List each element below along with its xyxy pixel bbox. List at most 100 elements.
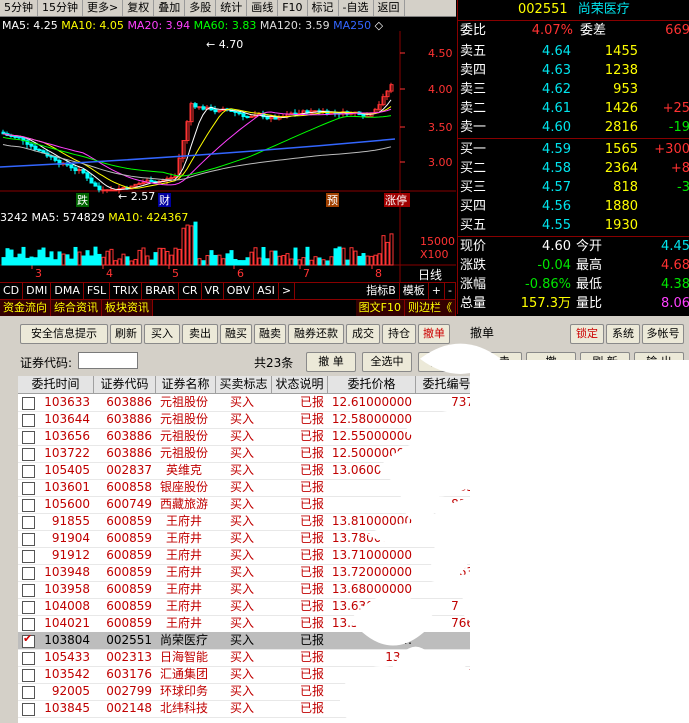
row-checkbox[interactable] xyxy=(22,669,35,682)
indicator-tab-6[interactable]: CR xyxy=(179,283,202,299)
cell-side: 买入 xyxy=(229,565,254,579)
row-checkbox[interactable] xyxy=(22,533,35,546)
trade-btn-1[interactable]: 刷新 xyxy=(110,324,142,344)
volume-bar xyxy=(81,255,86,266)
sell-price: 4.63 xyxy=(542,63,571,78)
indicator-tab-7[interactable]: VR xyxy=(202,283,224,299)
indicator-tab-13[interactable]: + xyxy=(429,283,446,299)
candle-body xyxy=(29,143,34,147)
row-gutter xyxy=(0,376,18,723)
kline-chart[interactable]: 4.50 4.00 3.50 3.00 15000 X100 3 4 5 6 7 8 日线 ← 4.70 ←… xyxy=(0,17,456,282)
candle-body xyxy=(249,115,254,118)
info-tab-4[interactable]: 则边栏《 xyxy=(405,300,456,316)
indicator-tab-0[interactable]: CD xyxy=(0,283,24,299)
info-tab-3[interactable]: 图文F10 xyxy=(355,300,405,316)
sell-volume: 2816 xyxy=(604,120,638,135)
cell-status: 已报 xyxy=(299,497,324,511)
toolbar-item-3[interactable]: 复权 xyxy=(123,0,155,16)
ma20-label: MA20: 3.94 xyxy=(127,19,191,32)
info-tab-2[interactable]: 板块资讯 xyxy=(102,300,153,316)
trade-btn-4[interactable]: 融买 xyxy=(220,324,252,344)
buy-row-3[interactable]: 买四 4.56 1880 xyxy=(458,197,689,216)
indicator-tab-5[interactable]: BRAR xyxy=(142,283,180,299)
row-checkbox[interactable] xyxy=(22,397,35,410)
volume-bar xyxy=(77,251,82,266)
cell-side: 买入 xyxy=(229,616,254,630)
buy-row-4[interactable]: 买五 4.55 1930 xyxy=(458,216,689,235)
volume-bar xyxy=(345,259,350,266)
column-header-3[interactable]: 买卖标志 xyxy=(216,376,272,394)
trade-btn-2[interactable]: 买入 xyxy=(144,324,180,344)
indicator-tab-9[interactable]: ASI xyxy=(254,283,279,299)
column-header-1[interactable]: 证券代码 xyxy=(94,376,156,394)
row-checkbox[interactable] xyxy=(22,618,35,631)
row-checkbox[interactable] xyxy=(22,703,35,716)
cell-side: 买入 xyxy=(229,650,254,664)
sell-row-2[interactable]: 卖三 4.62 953 xyxy=(458,80,689,99)
row-checkbox[interactable] xyxy=(22,482,35,495)
indicator-tab-8[interactable]: OBV xyxy=(224,283,255,299)
row-checkbox[interactable] xyxy=(22,431,35,444)
row-checkbox[interactable] xyxy=(22,567,35,580)
sell-row-3[interactable]: 卖二 4.61 1426 +25 xyxy=(458,99,689,118)
code-input[interactable] xyxy=(78,352,138,369)
row-checkbox[interactable] xyxy=(22,499,35,512)
column-header-2[interactable]: 证券名称 xyxy=(156,376,216,394)
row-checkbox[interactable] xyxy=(22,652,35,665)
trade-btn-0[interactable]: 安全信息提示 xyxy=(20,324,108,344)
trade-btn-6[interactable]: 融券还款 xyxy=(288,324,344,344)
sell-change: +25 xyxy=(662,101,689,116)
volume-bar xyxy=(253,247,258,266)
row-checkbox[interactable] xyxy=(22,448,35,461)
sell-label: 卖二 xyxy=(460,101,487,116)
indicator-tab-4[interactable]: TRIX xyxy=(110,283,143,299)
info-tab-0[interactable]: 资金流向 xyxy=(0,300,51,316)
row-checkbox[interactable] xyxy=(22,414,35,427)
sell-row-0[interactable]: 卖五 4.64 1455 xyxy=(458,42,689,61)
toolbar-item-10[interactable]: -自选 xyxy=(339,0,374,16)
indicator-tab-11[interactable]: 指标B xyxy=(363,283,400,299)
indicator-tab-1[interactable]: DMI xyxy=(23,283,52,299)
buy-row-2[interactable]: 买三 4.57 818 -3 xyxy=(458,178,689,197)
volume-bar xyxy=(181,227,186,266)
toolbar-item-2[interactable]: 更多> xyxy=(83,0,124,16)
candle-body xyxy=(193,103,198,108)
row-checkbox[interactable] xyxy=(22,584,35,597)
trade-btn-3[interactable]: 卖出 xyxy=(182,324,218,344)
candle-body xyxy=(17,136,22,139)
column-header-0[interactable]: 委托时间 xyxy=(18,376,94,394)
toolbar-item-5[interactable]: 多股 xyxy=(185,0,217,16)
row-checkbox[interactable] xyxy=(22,686,35,699)
row-checkbox[interactable] xyxy=(22,632,35,648)
buy-row-1[interactable]: 买二 4.58 2364 +8 xyxy=(458,159,689,178)
toolbar-item-7[interactable]: 画线 xyxy=(247,0,279,16)
sell-row-4[interactable]: 卖一 4.60 2816 -19 xyxy=(458,118,689,137)
indicator-tab-14[interactable]: - xyxy=(445,283,456,299)
indicator-tab-2[interactable]: DMA xyxy=(51,283,84,299)
volume-bar xyxy=(109,248,114,266)
column-header-4[interactable]: 状态说明 xyxy=(272,376,328,394)
row-checkbox[interactable] xyxy=(22,465,35,478)
toolbar-item-9[interactable]: 标记 xyxy=(308,0,339,16)
toolbar-item-1[interactable]: 15分钟 xyxy=(38,0,83,16)
indicator-tab-12[interactable]: 模板 xyxy=(400,283,429,299)
indicator-tab-10[interactable]: > xyxy=(279,283,296,299)
toolbar-item-0[interactable]: 5分钟 xyxy=(0,0,38,16)
month-label: 4 xyxy=(106,267,113,280)
toolbar-item-11[interactable]: 返回 xyxy=(374,0,405,16)
trade-btn-5[interactable]: 融卖 xyxy=(254,324,286,344)
candle-body xyxy=(197,106,202,109)
buy-change: -3 xyxy=(677,180,689,195)
indicator-tab-3[interactable]: FSL xyxy=(84,283,111,299)
toolbar-item-8[interactable]: F10 xyxy=(278,0,308,16)
row-checkbox[interactable] xyxy=(22,516,35,529)
buy-row-0[interactable]: 买一 4.59 1565 +300 xyxy=(458,140,689,159)
toolbar-item-4[interactable]: 叠加 xyxy=(154,0,186,16)
volume-bar xyxy=(61,253,66,266)
row-checkbox[interactable] xyxy=(22,550,35,563)
volume-bar xyxy=(69,258,74,266)
row-checkbox[interactable] xyxy=(22,601,35,614)
info-tab-1[interactable]: 综合资讯 xyxy=(51,300,102,316)
toolbar-item-6[interactable]: 统计 xyxy=(216,0,248,16)
sell-row-1[interactable]: 卖四 4.63 1238 xyxy=(458,61,689,80)
